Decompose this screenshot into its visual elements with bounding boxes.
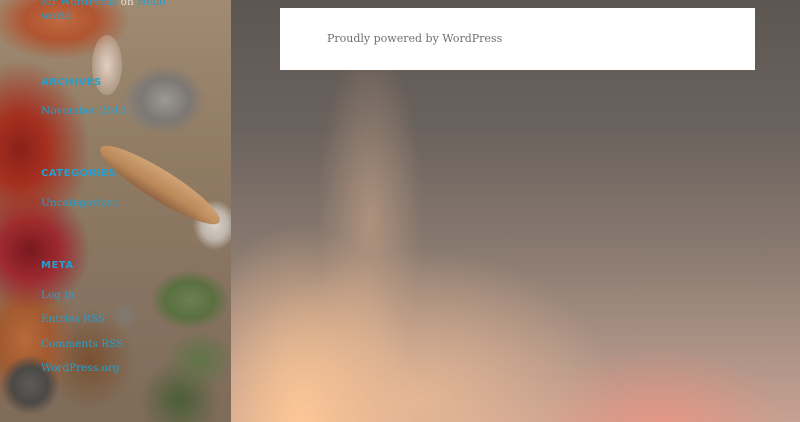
recent-comment-post-link[interactable]: Hello [137, 0, 165, 8]
recent-comment-author-link[interactable]: Mr WordPress [41, 0, 117, 8]
sidebar-background-feather [92, 135, 228, 235]
powered-by-wordpress-link[interactable]: Proudly powered by WordPress [327, 32, 502, 45]
meta-link-comments-rss[interactable]: Comments RSS [41, 338, 123, 350]
category-link-uncategorized[interactable]: Uncategorized [41, 197, 119, 209]
categories-heading: CATEGORIES [41, 168, 117, 179]
recent-comment-entry: Mr WordPress on Hello [41, 0, 166, 8]
meta-link-entries-rss[interactable]: Entries RSS [41, 313, 105, 325]
meta-link-wordpress-org[interactable]: WordPress.org [41, 362, 120, 374]
meta-heading: META [41, 260, 74, 271]
recent-comment-post-link-continued[interactable]: world! [41, 10, 76, 22]
recent-comment-connector: on [120, 0, 134, 8]
meta-link-log-in[interactable]: Log in [41, 289, 74, 301]
sidebar: Mr WordPress on Hello world! ARCHIVES No… [0, 0, 231, 422]
site-footer: Proudly powered by WordPress [280, 8, 755, 70]
archive-link-november-2015[interactable]: November 2015 [41, 105, 127, 117]
archives-heading: ARCHIVES [41, 77, 102, 88]
